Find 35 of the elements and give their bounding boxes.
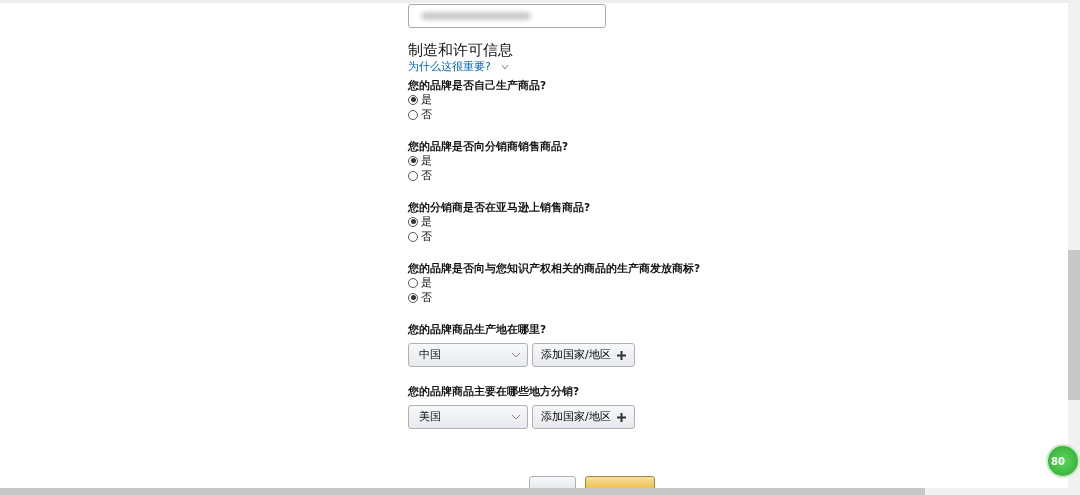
plus-icon: [616, 350, 626, 360]
radio-option[interactable]: 是: [408, 214, 432, 229]
radio-button[interactable]: [408, 231, 418, 242]
radio-option[interactable]: 是: [408, 275, 432, 290]
add-country-button[interactable]: 添加国家/地区: [532, 405, 635, 429]
radio-option[interactable]: 是: [408, 153, 432, 168]
radio-button[interactable]: [408, 109, 418, 120]
radio-option[interactable]: 否: [408, 229, 432, 244]
radio-option[interactable]: 否: [408, 290, 432, 305]
radio-option[interactable]: 否: [408, 168, 432, 183]
country-select[interactable]: 美国: [408, 405, 528, 429]
radio-button[interactable]: [408, 155, 418, 166]
question-label: 您的品牌是否自己生产商品?: [408, 78, 548, 92]
chevron-icon: [511, 352, 521, 358]
email-field[interactable]: [408, 4, 606, 28]
plus-icon: [616, 412, 626, 422]
radio-button[interactable]: [408, 292, 418, 303]
radio-option[interactable]: 是: [408, 92, 432, 107]
question-label: 您的品牌是否向与您知识产权相关的商品的生产商发放商标?: [408, 261, 702, 275]
radio-button[interactable]: [408, 94, 418, 105]
question-label: 您的品牌商品主要在哪些地方分销?: [408, 384, 581, 398]
section-title: 制造和许可信息: [408, 41, 514, 60]
help-link[interactable]: 为什么这很重要?: [408, 60, 509, 74]
chevron-icon: [511, 414, 521, 420]
radio-button[interactable]: [408, 277, 418, 288]
question-label: 您的品牌是否向分销商销售商品?: [408, 139, 570, 153]
scrollbar-thumb[interactable]: [1068, 250, 1080, 400]
question-label: 您的品牌商品生产地在哪里?: [408, 322, 548, 336]
question-label: 您的分销商是否在亚马逊上销售商品?: [408, 200, 592, 214]
radio-button[interactable]: [408, 216, 418, 227]
radio-button[interactable]: [408, 170, 418, 181]
radio-option[interactable]: 否: [408, 107, 432, 122]
country-select[interactable]: 中国: [408, 343, 528, 367]
vertical-scrollbar[interactable]: [1068, 0, 1080, 495]
add-country-button[interactable]: 添加国家/地区: [532, 343, 635, 367]
